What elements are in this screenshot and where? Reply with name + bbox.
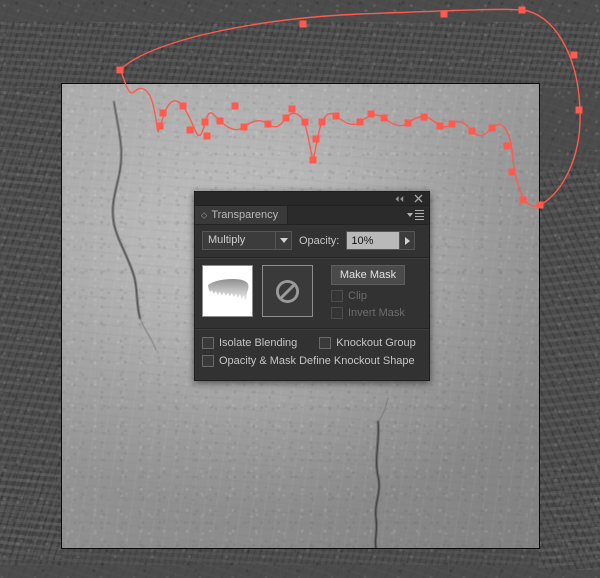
- isolate-knockout-row: Isolate Blending Knockout Group: [202, 337, 422, 349]
- blend-mode-row: Multiply Opacity: 10%: [202, 231, 422, 250]
- panel-menu-icon[interactable]: [402, 206, 429, 224]
- invert-mask-checkbox: [331, 307, 343, 319]
- divider-bottom: [195, 328, 429, 330]
- opacity-control[interactable]: 10%: [346, 231, 416, 250]
- invert-mask-label: Invert Mask: [348, 307, 405, 319]
- blending-options: Isolate Blending Knockout Group Opacity …: [195, 328, 429, 367]
- opacity-input[interactable]: 10%: [347, 232, 400, 249]
- panel-titlebar: [195, 192, 429, 206]
- clip-label: Clip: [348, 290, 367, 302]
- mask-thumbnail[interactable]: [262, 265, 313, 317]
- opacity-mask-knockout-row: Opacity & Mask Define Knockout Shape: [202, 355, 422, 367]
- opacity-stepper-button[interactable]: [399, 232, 415, 249]
- panel-body: Multiply Opacity: 10% Make Mask Clip Inv…: [195, 225, 429, 380]
- object-thumbnail[interactable]: [202, 265, 253, 317]
- make-mask-button[interactable]: Make Mask: [331, 265, 405, 285]
- menu-triangle-icon: [407, 213, 413, 217]
- panel-tab-row: ⬦ Transparency: [195, 206, 429, 225]
- double-chevron-left-icon: [395, 195, 404, 202]
- mask-controls: Make Mask Clip Invert Mask: [331, 265, 405, 319]
- knockout-group-label: Knockout Group: [336, 337, 416, 349]
- thumbnails-row: Make Mask Clip Invert Mask: [202, 265, 422, 319]
- paint-drip-artwork: [208, 279, 249, 301]
- opacity-label: Opacity:: [299, 234, 340, 247]
- blend-mode-dropdown-arrow[interactable]: [275, 232, 291, 249]
- tab-grip-icon: ⬦: [201, 209, 208, 220]
- illustrator-workspace: ⬦ Transparency Multiply Opacity: 10% Mak…: [0, 0, 600, 578]
- tab-transparency[interactable]: ⬦ Transparency: [195, 206, 289, 224]
- no-mask-icon: [275, 279, 300, 303]
- tab-row-filler: [288, 206, 402, 224]
- close-x-icon: [414, 194, 423, 203]
- chevron-down-icon: [279, 238, 288, 243]
- tab-transparency-label: Transparency: [211, 209, 279, 221]
- menu-lines-icon: [415, 210, 424, 220]
- isolate-blending-label: Isolate Blending: [219, 337, 298, 349]
- divider-top: [195, 257, 429, 259]
- invert-mask-row: Invert Mask: [331, 307, 405, 319]
- object-thumbnail-image: [203, 266, 252, 316]
- transparency-panel[interactable]: ⬦ Transparency Multiply Opacity: 10% Mak…: [194, 191, 430, 381]
- isolate-blending-checkbox[interactable]: [202, 337, 214, 349]
- opacity-mask-knockout-label: Opacity & Mask Define Knockout Shape: [219, 355, 415, 367]
- close-icon[interactable]: [413, 193, 424, 204]
- knockout-group-checkbox[interactable]: [319, 337, 332, 349]
- triangle-right-icon: [404, 236, 410, 245]
- thumbnail-group: [202, 265, 313, 317]
- clip-checkbox: [331, 290, 343, 302]
- opacity-mask-knockout-checkbox[interactable]: [202, 355, 214, 367]
- clip-row: Clip: [331, 290, 405, 302]
- collapse-icon[interactable]: [394, 193, 405, 204]
- blend-mode-value: Multiply: [208, 234, 246, 246]
- blend-mode-select[interactable]: Multiply: [202, 231, 292, 250]
